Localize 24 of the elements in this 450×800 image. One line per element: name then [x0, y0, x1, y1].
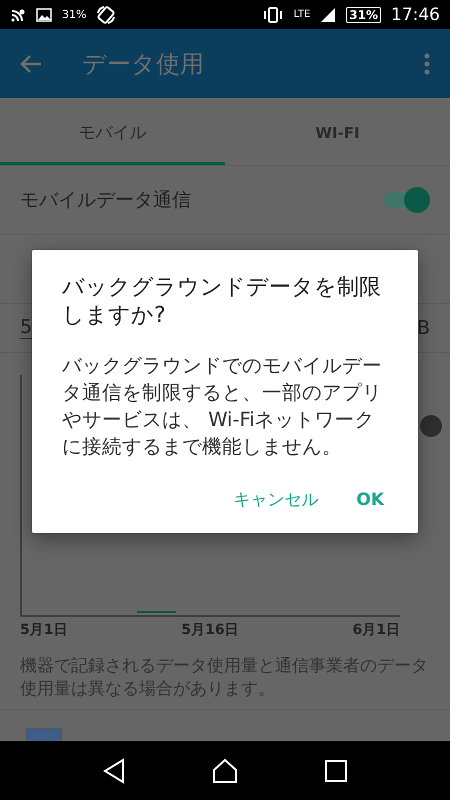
battery-indicator: 31%	[346, 6, 381, 23]
dialog-message: バックグラウンドでのモバイルデータ通信を制限すると、一部のアプリやサービスは、 Wi-Fiネットワークに接続するまで機能しません。	[62, 353, 383, 460]
vibrate-icon	[262, 6, 284, 23]
tab[interactable]: モバイル	[0, 98, 225, 166]
tab[interactable]: WI-FI	[225, 98, 450, 166]
toggle-switch[interactable]	[420, 414, 442, 437]
more-icon	[424, 52, 430, 75]
network-type: LTE	[294, 9, 310, 20]
dialog-title: バックグラウンドデータを制限しますか?	[62, 274, 382, 330]
setting-label: モバイルデータ通信	[20, 188, 192, 214]
unit-label: B	[416, 316, 430, 339]
axis-label: 6月1日	[352, 620, 400, 639]
wifi-settings-icon	[10, 6, 26, 23]
axis-label: 5月16日	[181, 620, 239, 639]
app-icon	[26, 726, 62, 742]
clock: 17:46	[391, 4, 440, 25]
screen-title: データ使用	[82, 48, 205, 80]
image-icon	[36, 8, 52, 22]
dialog-button[interactable]: キャンセル	[221, 482, 330, 517]
axis-label: 5月1日	[20, 620, 68, 639]
signal-icon	[320, 6, 336, 23]
rotate-icon	[96, 4, 116, 25]
dialog-button[interactable]: OK	[344, 482, 396, 517]
photo-percent: 31%	[62, 8, 86, 22]
